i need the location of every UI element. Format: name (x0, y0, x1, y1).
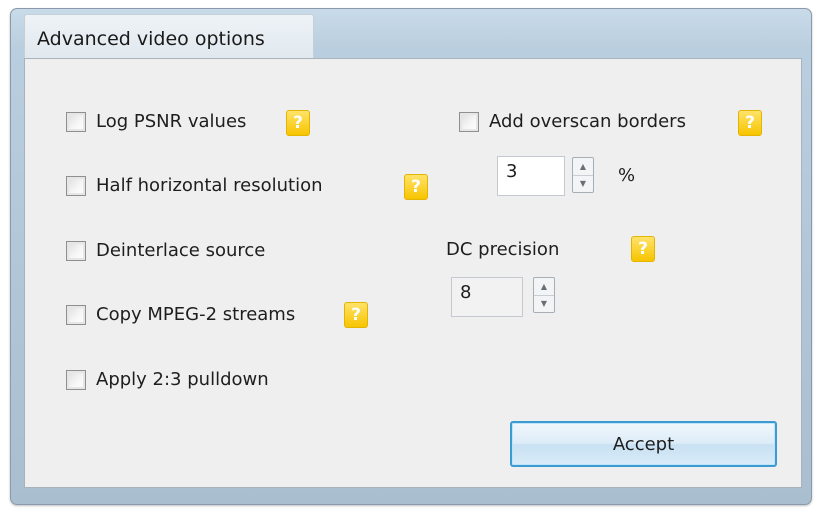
dc-precision-help-icon[interactable]: ? (631, 236, 655, 262)
dc-precision-label: DC precision (446, 239, 560, 260)
overscan-unit: % (618, 165, 636, 186)
pulldown-label: Apply 2:3 pulldown (96, 369, 269, 390)
log-psnr-checkbox[interactable] (66, 111, 86, 132)
dialog-title: Advanced video options (37, 28, 265, 50)
title-tab: Advanced video options (24, 14, 314, 60)
half-horizontal-help-icon[interactable]: ? (404, 174, 428, 200)
option-copy-mpeg2[interactable]: Copy MPEG-2 streams (66, 304, 295, 325)
overscan-checkbox[interactable] (459, 111, 479, 132)
option-log-psnr[interactable]: Log PSNR values (66, 111, 246, 132)
spinner-up-icon[interactable]: ▲ (573, 158, 593, 176)
overscan-value-input[interactable]: 3 (497, 156, 565, 196)
overscan-help-icon[interactable]: ? (738, 110, 762, 136)
copy-mpeg2-help-icon[interactable]: ? (344, 302, 368, 328)
spinner-down-icon[interactable]: ▼ (534, 295, 554, 312)
half-horizontal-label: Half horizontal resolution (96, 175, 323, 196)
dc-precision-spinner[interactable]: ▲ ▼ (533, 277, 555, 313)
option-deinterlace[interactable]: Deinterlace source (66, 240, 265, 261)
copy-mpeg2-checkbox[interactable] (66, 304, 86, 325)
accept-button[interactable]: Accept (510, 421, 777, 467)
deinterlace-checkbox[interactable] (66, 240, 86, 261)
option-pulldown[interactable]: Apply 2:3 pulldown (66, 369, 269, 390)
option-half-horizontal[interactable]: Half horizontal resolution (66, 175, 323, 196)
overscan-label: Add overscan borders (489, 111, 686, 132)
copy-mpeg2-label: Copy MPEG-2 streams (96, 304, 296, 325)
option-overscan[interactable]: Add overscan borders (459, 111, 686, 132)
overscan-spinner[interactable]: ▲ ▼ (572, 157, 594, 193)
spinner-up-icon[interactable]: ▲ (534, 278, 554, 296)
deinterlace-label: Deinterlace source (96, 240, 266, 261)
half-horizontal-checkbox[interactable] (66, 175, 86, 196)
pulldown-checkbox[interactable] (66, 369, 86, 390)
spinner-down-icon[interactable]: ▼ (573, 175, 593, 192)
log-psnr-label: Log PSNR values (96, 111, 247, 132)
dc-precision-input[interactable]: 8 (451, 277, 523, 317)
log-psnr-help-icon[interactable]: ? (286, 110, 310, 136)
